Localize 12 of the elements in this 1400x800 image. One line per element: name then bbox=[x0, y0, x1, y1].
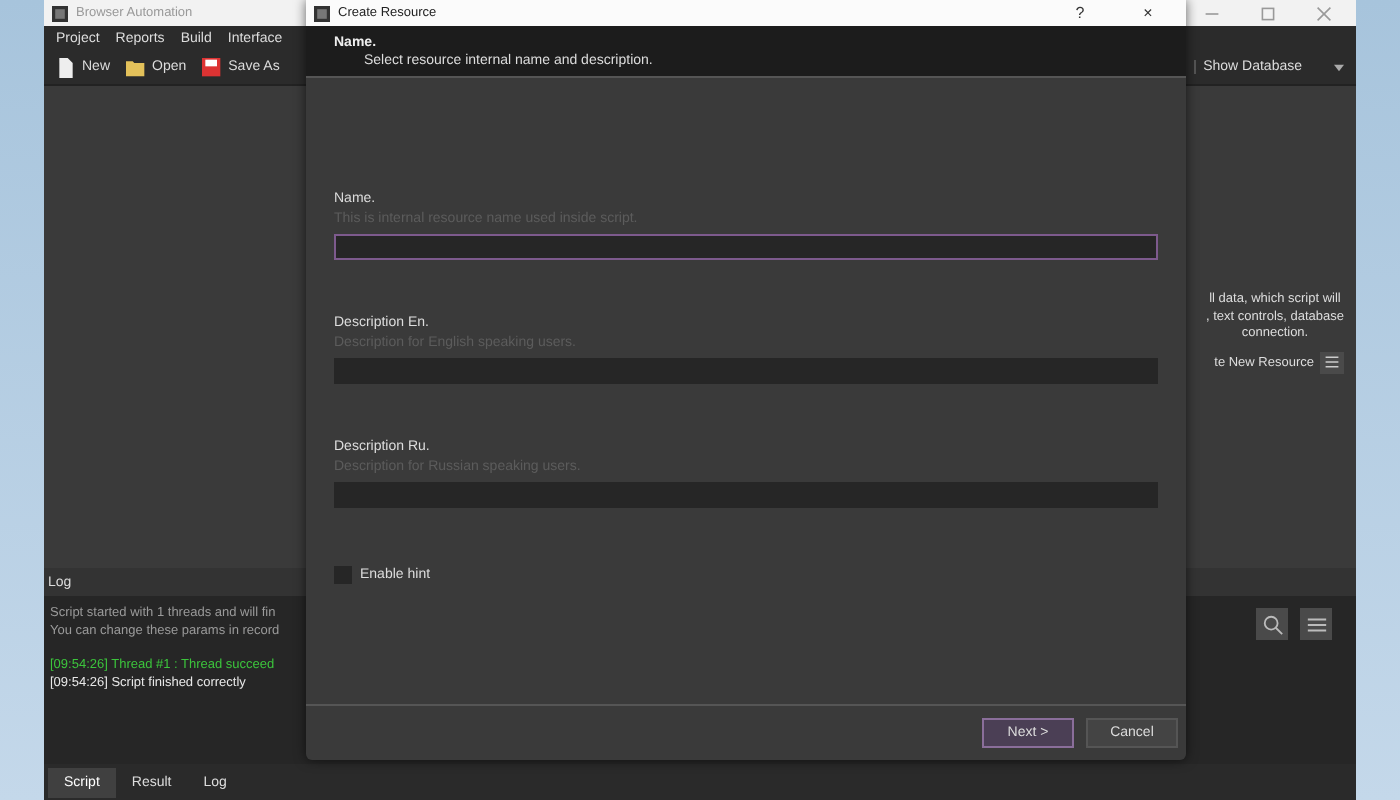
search-icon[interactable] bbox=[1256, 608, 1288, 640]
menu-icon[interactable] bbox=[1300, 608, 1332, 640]
caret-icon[interactable] bbox=[1334, 63, 1344, 71]
help-button[interactable]: ? bbox=[1050, 4, 1110, 22]
app-icon bbox=[314, 5, 330, 21]
input-field[interactable] bbox=[334, 234, 1158, 260]
app-icon bbox=[52, 5, 68, 21]
folder-icon bbox=[126, 57, 147, 77]
floppy-icon bbox=[202, 57, 223, 77]
close-button[interactable]: × bbox=[1118, 4, 1178, 22]
page-icon bbox=[56, 57, 76, 77]
menu-icon[interactable] bbox=[1320, 351, 1344, 373]
